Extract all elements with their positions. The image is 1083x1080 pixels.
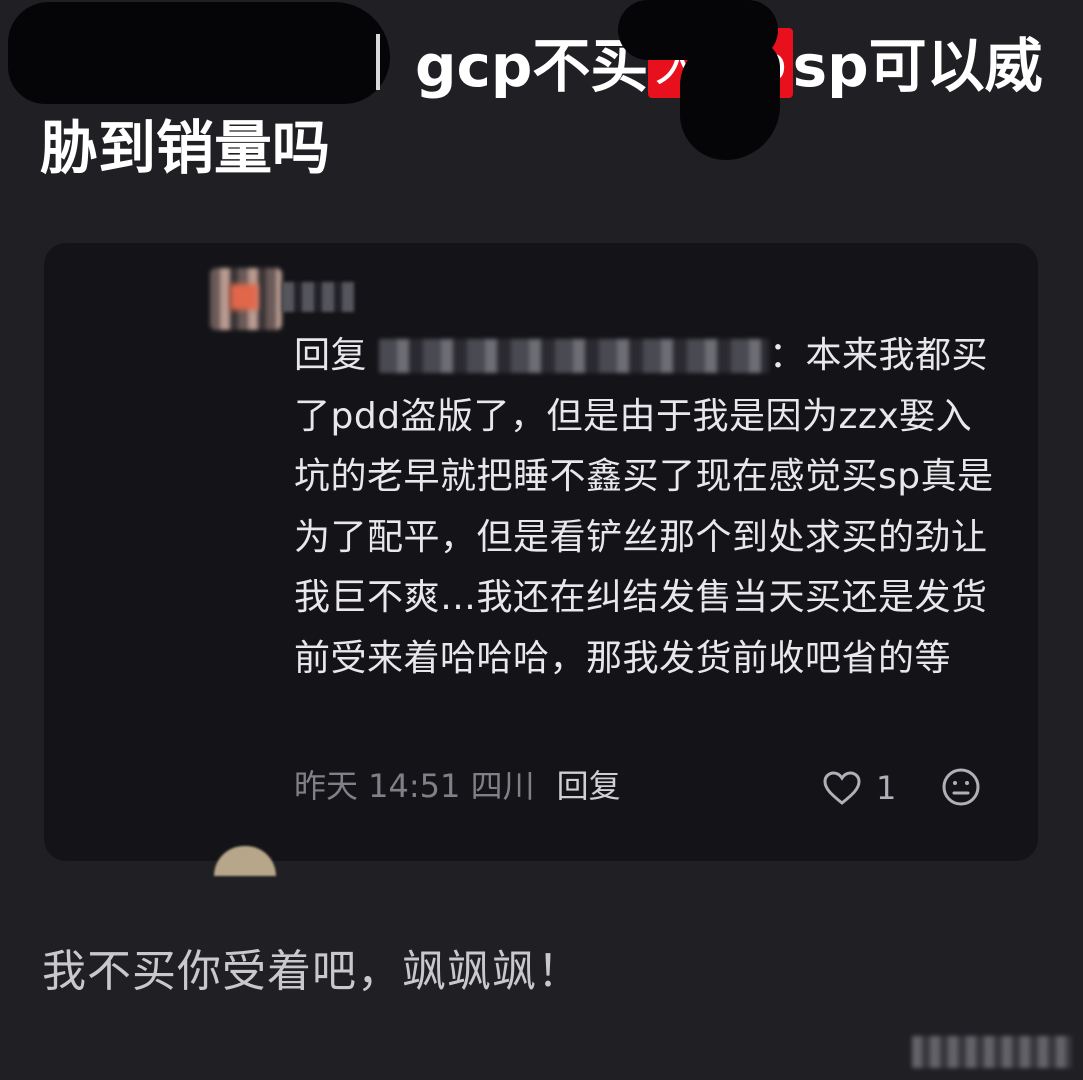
avatar-accent [230,284,258,310]
heart-icon [823,771,861,805]
redaction-mark-mid [680,40,780,160]
reply-prefix: 回复 [294,335,368,376]
reply-target-blurred[interactable] [378,339,769,373]
comment-text: 回复 ：本来我都买了pdd盗版了，但是由于我是因为zzx娶入坑的老早就把睡不鑫买… [294,326,994,689]
post-title-line2: 胁到销量吗 [40,114,331,182]
reply-button[interactable]: 回复 [557,767,621,805]
like-count: 1 [876,769,897,807]
like-button[interactable]: 1 [822,764,896,812]
title-separator [376,34,380,90]
caption-text: 我不买你受着吧，飒飒飒！ [42,946,582,997]
comment-body: ：本来我都买了pdd盗版了，但是由于我是因为zzx娶入坑的老早就把睡不鑫买了现在… [294,335,994,679]
comment-meta: 昨天 14:51 四川 回复 [294,762,621,810]
redaction-mark-left [8,2,390,104]
title-text-b: sp可以威 [792,32,1043,100]
emoji-icon[interactable] [940,766,982,808]
watermark [912,1036,1072,1068]
comment-time: 昨天 14:51 四川 [294,767,535,805]
title-text-a: gcp不买 [415,32,649,100]
username-blurred[interactable] [282,282,354,312]
